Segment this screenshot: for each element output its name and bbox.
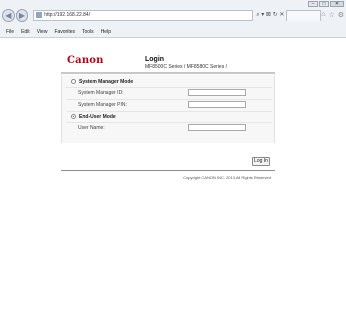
system-manager-mode-radio[interactable] (71, 79, 76, 84)
forward-button[interactable]: ▶ (15, 8, 29, 22)
end-user-mode-option[interactable]: End-User Mode (71, 112, 116, 121)
forward-arrow-icon: ▶ (18, 10, 25, 20)
toolbar-icons: ⌂ ☆ ⚙ (321, 11, 344, 19)
menu-view[interactable]: View (37, 27, 48, 37)
close-window-button[interactable]: ✕ (330, 1, 344, 7)
login-form: System Manager Mode System Manager ID: S… (61, 75, 275, 143)
menu-bar: File Edit View Favorites Tools Help (0, 27, 346, 37)
browser-chrome: – □ ✕ ◀ ▶ http://192.168.22.84/ ⌕ ▾ ⊠ ↻ … (0, 0, 346, 38)
system-manager-pin-input[interactable] (188, 101, 246, 108)
user-name-input[interactable] (188, 124, 246, 131)
footer-divider (61, 170, 275, 171)
system-manager-pin-label: System Manager PIN: (78, 102, 127, 108)
page-favicon-icon (36, 12, 43, 18)
back-arrow-icon: ◀ (5, 10, 12, 20)
maximize-button[interactable]: □ (319, 1, 329, 7)
login-button[interactable]: Log In (252, 157, 270, 166)
minimize-button[interactable]: – (308, 1, 318, 7)
menu-favorites[interactable]: Favorites (54, 27, 75, 37)
login-panel: Canon Login MF8500C Series / MF8580C Ser… (61, 51, 275, 180)
login-header: Canon Login MF8500C Series / MF8580C Ser… (61, 51, 275, 75)
page-title: Login (145, 56, 165, 63)
system-manager-mode-label: System Manager Mode (79, 78, 134, 85)
canon-logo: Canon (67, 55, 104, 66)
row-divider (66, 87, 272, 88)
home-icon[interactable]: ⌂ (321, 11, 325, 19)
window-controls: – □ ✕ (308, 1, 344, 7)
system-manager-mode-option[interactable]: System Manager Mode (71, 77, 133, 86)
user-name-label: User Name: (78, 125, 105, 131)
navigation-bar: ◀ ▶ http://192.168.22.84/ ⌕ ▾ ⊠ ↻ ✕ ⌂ ☆ … (2, 8, 344, 22)
row-divider (66, 122, 272, 123)
menu-help[interactable]: Help (101, 27, 111, 37)
menu-tools[interactable]: Tools (82, 27, 94, 37)
menu-file[interactable]: File (6, 27, 14, 37)
row-divider (66, 99, 272, 100)
menu-edit[interactable]: Edit (21, 27, 30, 37)
header-divider (61, 72, 275, 74)
system-manager-id-label: System Manager ID: (78, 90, 124, 96)
address-bar[interactable]: http://192.168.22.84/ (33, 9, 254, 21)
address-url[interactable]: http://192.168.22.84/ (44, 12, 90, 18)
page-subtitle: MF8500C Series / MF8580C Series / (145, 64, 227, 70)
favorites-star-icon[interactable]: ☆ (328, 11, 334, 19)
end-user-mode-label: End-User Mode (79, 113, 116, 120)
end-user-mode-radio[interactable] (71, 114, 76, 119)
browser-tab[interactable] (286, 9, 322, 21)
copyright-text: Copyright CANON INC. 2013 All Rights Res… (183, 175, 271, 180)
system-manager-id-input[interactable] (188, 89, 246, 96)
address-bar-icons[interactable]: ⌕ ▾ ⊠ ↻ ✕ (256, 11, 284, 19)
settings-gear-icon[interactable]: ⚙ (338, 11, 344, 19)
back-button[interactable]: ◀ (2, 8, 15, 22)
